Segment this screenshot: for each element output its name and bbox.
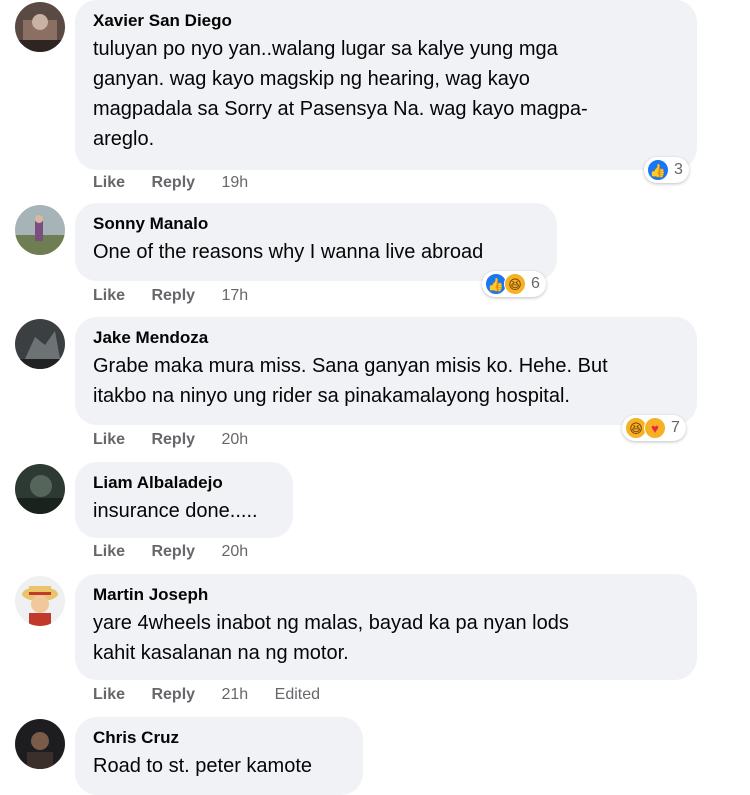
comment-timestamp[interactable]: 21h — [222, 685, 249, 705]
avatar[interactable] — [15, 719, 65, 769]
avatar[interactable] — [15, 576, 65, 626]
comment-bubble: Chris Cruz Road to st. peter kamote — [75, 717, 363, 795]
like-button[interactable]: Like — [93, 173, 125, 193]
reactions-badge[interactable]: 😆 ♥ 7 — [622, 415, 686, 441]
avatar[interactable] — [15, 205, 65, 255]
avatar[interactable] — [15, 319, 65, 369]
comment-author[interactable]: Chris Cruz — [93, 727, 345, 749]
comment-timestamp[interactable]: 19h — [222, 173, 249, 193]
reply-button[interactable]: Reply — [151, 430, 195, 450]
comment-author[interactable]: Liam Albaladejo — [93, 472, 275, 494]
comment-author[interactable]: Jake Mendoza — [93, 327, 679, 349]
comment-bubble: Sonny Manalo One of the reasons why I wa… — [75, 203, 557, 281]
comment-actions: Like Reply 21h Edited — [93, 685, 342, 705]
reactions-badge[interactable]: 👍 3 — [644, 157, 689, 183]
comment-bubble: Martin Joseph yare 4wheels inabot ng mal… — [75, 574, 697, 680]
comment-bubble: Jake Mendoza Grabe maka mura miss. Sana … — [75, 317, 697, 425]
comment-timestamp[interactable]: 17h — [222, 286, 249, 306]
comment-bubble: Xavier San Diego tuluyan po nyo yan..wal… — [75, 0, 697, 170]
avatar-photo-icon — [15, 719, 65, 769]
comment-author[interactable]: Xavier San Diego — [93, 10, 679, 32]
like-button[interactable]: Like — [93, 286, 125, 306]
edited-label: Edited — [274, 686, 321, 703]
comment-actions: Like Reply 20h — [93, 542, 270, 562]
reactions-badge[interactable]: 👍 😆 6 — [482, 271, 546, 297]
haha-icon: 😆 — [504, 273, 526, 295]
comment-text: insurance done..... — [93, 500, 258, 522]
reply-button[interactable]: Reply — [151, 173, 195, 193]
avatar-photo-icon — [15, 205, 65, 255]
comment-author[interactable]: Sonny Manalo — [93, 213, 539, 235]
comment-text: yare 4wheels inabot ng malas, bayad ka p… — [93, 612, 569, 664]
comment-timestamp[interactable]: 20h — [222, 430, 249, 450]
avatar-photo-icon — [15, 576, 65, 626]
comment-timestamp[interactable]: 20h — [222, 542, 249, 562]
like-button[interactable]: Like — [93, 430, 125, 450]
reply-button[interactable]: Reply — [151, 286, 195, 306]
comment-text: Grabe maka mura miss. Sana ganyan misis … — [93, 355, 608, 407]
avatar[interactable] — [15, 464, 65, 514]
comment-text: One of the reasons why I wanna live abro… — [93, 241, 484, 263]
care-icon: ♥ — [644, 417, 666, 439]
like-button[interactable]: Like — [93, 542, 125, 562]
reply-button[interactable]: Reply — [151, 685, 195, 705]
like-icon: 👍 — [647, 159, 669, 181]
reaction-count: 3 — [674, 161, 683, 178]
comment-text: Road to st. peter kamote — [93, 755, 313, 777]
avatar-photo-icon — [15, 2, 65, 52]
comment-actions: Like Reply 20h — [93, 430, 270, 450]
comment-bubble: Liam Albaladejo insurance done..... — [75, 462, 293, 538]
reaction-count: 6 — [531, 275, 540, 292]
comment-author[interactable]: Martin Joseph — [93, 584, 679, 606]
comment-actions: Like Reply 19h — [93, 173, 270, 193]
reply-button[interactable]: Reply — [151, 542, 195, 562]
avatar-photo-icon — [15, 464, 65, 514]
like-button[interactable]: Like — [93, 685, 125, 705]
reaction-count: 7 — [671, 419, 680, 436]
comment-text: tuluyan po nyo yan..walang lugar sa kaly… — [93, 38, 588, 150]
avatar[interactable] — [15, 2, 65, 52]
avatar-photo-icon — [15, 319, 65, 369]
comment-actions: Like Reply 17h — [93, 286, 270, 306]
